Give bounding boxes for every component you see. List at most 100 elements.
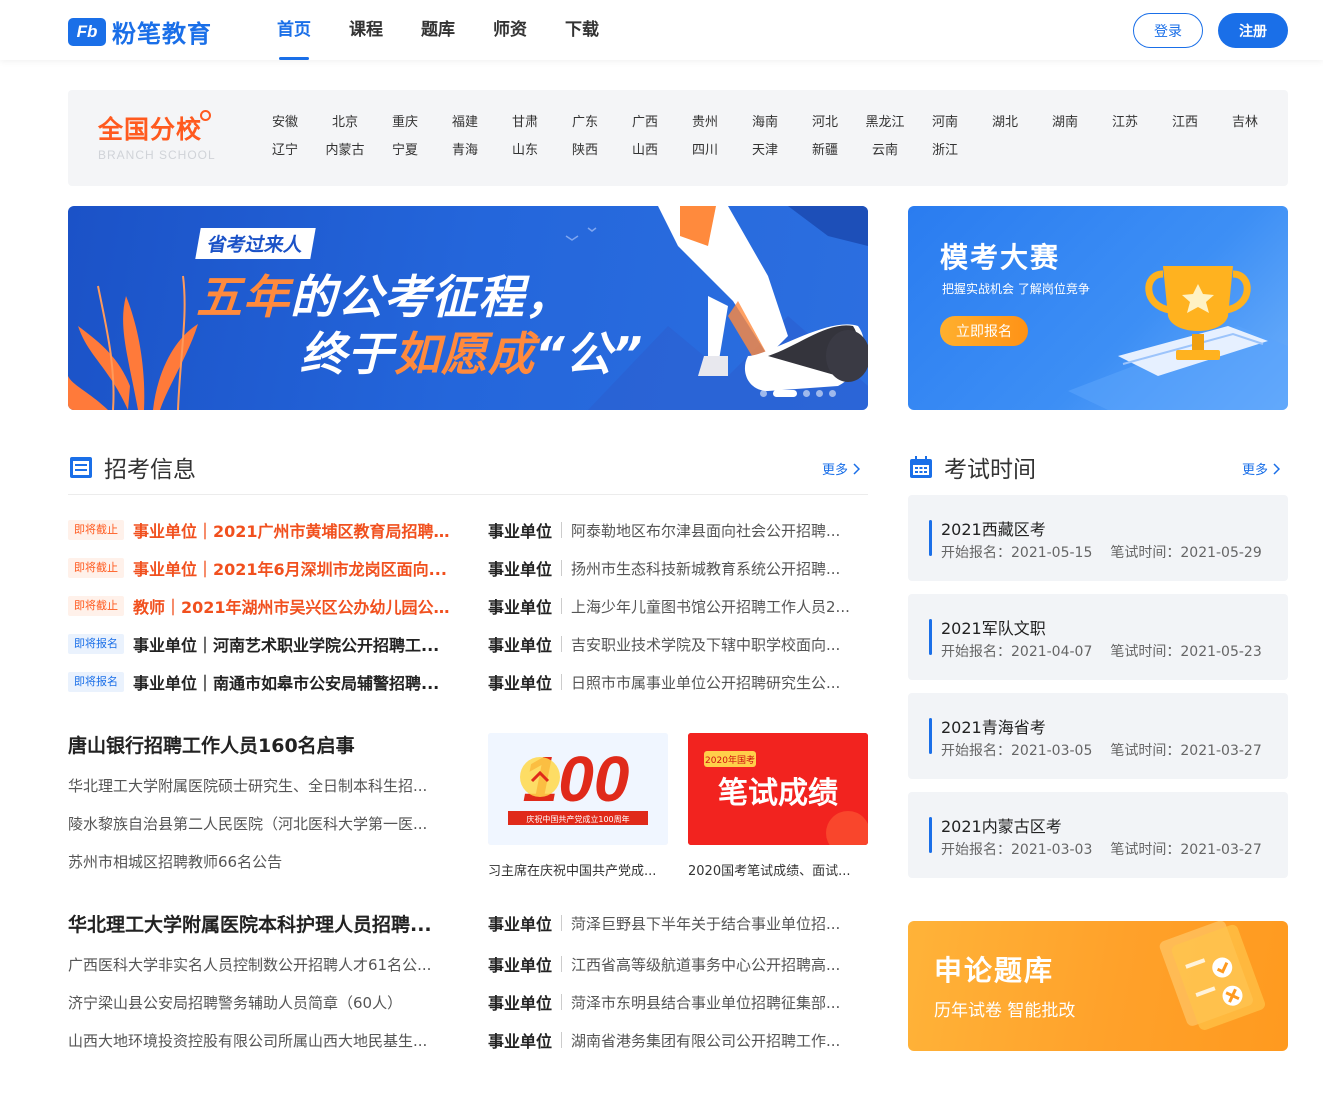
status-badge: 即将截止	[68, 558, 124, 578]
recruit-item[interactable]: 即将报名 事业单位｜南通市如皋市公安局辅警招聘...	[68, 670, 450, 694]
recruit-item[interactable]: 即将截止 事业单位｜2021年6月深圳市龙岗区面向...	[68, 556, 450, 580]
exam-time-more-link[interactable]: 更多	[1242, 459, 1281, 478]
news-link[interactable]: 广西医科大学非实名人员控制数公开招聘人才61名公...	[68, 954, 450, 975]
province-link[interactable]: 河南	[915, 114, 975, 132]
category-label: 事业单位	[488, 598, 553, 617]
featured-headline[interactable]: 华北理工大学附属医院本科护理人员招聘...	[68, 910, 450, 937]
province-link[interactable]: 山东	[495, 142, 555, 160]
recruit-item[interactable]: 事业单位 菏泽巨野县下半年关于结合事业单位招...	[488, 911, 868, 935]
carousel-dot[interactable]	[773, 390, 797, 397]
recruit-item[interactable]: 即将截止 事业单位｜2021广州市黄埔区教育局招聘...	[68, 518, 450, 542]
province-link[interactable]: 河北	[795, 114, 855, 132]
recruit-item[interactable]: 即将报名 事业单位｜河南艺术职业学院公开招聘工...	[68, 632, 450, 656]
province-link[interactable]: 黑龙江	[855, 114, 915, 132]
party-anniversary-thumbnail[interactable]: 100 庆祝中国共产党成立100周年	[488, 733, 668, 845]
essay-bank-subtitle: 历年试卷 智能批改	[934, 1001, 1076, 1021]
news-link[interactable]: 山西大地环境投资控股有限公司所属山西大地民基生...	[68, 1030, 450, 1051]
thumbnail-caption[interactable]: 2020国考笔试成绩、面试...	[688, 860, 868, 879]
essay-question-bank-card[interactable]: 申论题库 历年试卷 智能批改	[908, 921, 1288, 1051]
recruit-item[interactable]: 事业单位 上海少年儿童图书馆公开招聘工作人员2...	[488, 594, 868, 618]
exam-card[interactable]: 2021军队文职 开始报名：2021-04-07 笔试时间：2021-05-23	[908, 594, 1288, 680]
divider	[561, 598, 563, 614]
carousel-dot[interactable]	[816, 390, 823, 397]
news-link[interactable]: 济宁梁山县公安局招聘警务辅助人员简章（60人）	[68, 992, 450, 1013]
province-link[interactable]: 山西	[615, 142, 675, 160]
recruit-item[interactable]: 事业单位 日照市市属事业单位公开招聘研究生公...	[488, 670, 868, 694]
accent-bar	[929, 817, 932, 853]
province-link[interactable]: 新疆	[795, 142, 855, 160]
news-link[interactable]: 陵水黎族自治县第二人民医院（河北医科大学第一医...	[68, 813, 450, 834]
signup-now-button[interactable]: 立即报名	[940, 316, 1028, 346]
exam-card[interactable]: 2021内蒙古区考 开始报名：2021-03-03 笔试时间：2021-03-27	[908, 792, 1288, 878]
exam-score-thumbnail[interactable]: 2020年国考 笔试成绩	[688, 733, 868, 845]
recruit-item[interactable]: 事业单位 菏泽市东明县结合事业单位招聘征集部...	[488, 990, 868, 1014]
recruit-item[interactable]: 即将截止 教师｜2021年湖州市吴兴区公办幼儿园公...	[68, 594, 450, 618]
recruit-item-text: 日照市市属事业单位公开招聘研究生公...	[571, 673, 841, 692]
recruit-item-title: 事业单位｜河南艺术职业学院公开招聘工...	[133, 636, 440, 655]
recruit-item[interactable]: 事业单位 扬州市生态科技新城教育系统公开招聘...	[488, 556, 868, 580]
exam-dates: 开始报名：2021-04-07 笔试时间：2021-05-23	[941, 641, 1262, 661]
province-link[interactable]: 福建	[435, 114, 495, 132]
province-link[interactable]: 四川	[675, 142, 735, 160]
category-label: 事业单位	[488, 1032, 553, 1051]
recruit-more-link[interactable]: 更多	[822, 459, 861, 478]
news-link[interactable]: 苏州市相城区招聘教师66名公告	[68, 851, 450, 872]
province-link[interactable]: 广西	[615, 114, 675, 132]
nav-home[interactable]: 首页	[277, 0, 311, 60]
province-link[interactable]: 宁夏	[375, 142, 435, 160]
featured-headline[interactable]: 唐山银行招聘工作人员160名启事	[68, 731, 448, 758]
province-link[interactable]: 江苏	[1095, 114, 1155, 132]
carousel-dot[interactable]	[829, 390, 836, 397]
province-link[interactable]: 海南	[735, 114, 795, 132]
province-link[interactable]: 辽宁	[255, 142, 315, 160]
carousel-dot[interactable]	[760, 390, 767, 397]
exam-card[interactable]: 2021青海省考 开始报名：2021-03-05 笔试时间：2021-03-27	[908, 693, 1288, 779]
mock-exam-title: 模考大赛	[940, 241, 1061, 274]
province-link[interactable]: 天津	[735, 142, 795, 160]
recruit-item[interactable]: 事业单位 吉安职业技术学院及下辖中职学校面向...	[488, 632, 868, 656]
recruit-item[interactable]: 事业单位 江西省高等级航道事务中心公开招聘高...	[488, 952, 868, 976]
banner-suffix-2: “公”	[535, 327, 644, 381]
news-link[interactable]: 华北理工大学附属医院硕士研究生、全日制本科生招...	[68, 775, 450, 796]
banner-headline-2: 终于如愿成“公”	[300, 318, 643, 384]
recruit-item[interactable]: 事业单位 阿泰勒地区布尔津县面向社会公开招聘...	[488, 518, 868, 542]
category-label: 事业单位	[488, 522, 553, 541]
recruit-item[interactable]: 事业单位 湖南省港务集团有限公司公开招聘工作...	[488, 1028, 868, 1052]
province-link[interactable]: 贵州	[675, 114, 735, 132]
exam-card[interactable]: 2021西藏区考 开始报名：2021-05-15 笔试时间：2021-05-29	[908, 495, 1288, 581]
province-link[interactable]: 浙江	[915, 142, 975, 160]
logo-mark-icon: Fb	[68, 17, 106, 46]
site-logo[interactable]: Fb 粉笔教育	[68, 14, 212, 49]
province-link[interactable]: 陕西	[555, 142, 615, 160]
nav-download[interactable]: 下载	[565, 0, 599, 60]
province-link[interactable]: 广东	[555, 114, 615, 132]
chevron-right-icon	[853, 462, 861, 475]
province-link[interactable]: 湖南	[1035, 114, 1095, 132]
province-link[interactable]: 重庆	[375, 114, 435, 132]
hero-banner[interactable]: 省考过来人 五年的公考征程， 终于如愿成“公”	[68, 206, 868, 410]
thumb-caption-1: 庆祝中国共产党成立100周年	[526, 814, 629, 824]
province-link[interactable]: 江西	[1155, 114, 1215, 132]
province-link[interactable]: 内蒙古	[315, 142, 375, 160]
nav-teachers[interactable]: 师资	[493, 0, 527, 60]
carousel-dot[interactable]	[803, 390, 810, 397]
accent-bar	[929, 718, 932, 754]
province-link[interactable]: 湖北	[975, 114, 1035, 132]
nav-courses[interactable]: 课程	[349, 0, 383, 60]
category-label: 事业单位	[488, 915, 553, 934]
province-link[interactable]: 云南	[855, 142, 915, 160]
province-link[interactable]: 安徽	[255, 114, 315, 132]
mock-exam-card[interactable]: 模考大赛 把握实战机会 了解岗位竞争 立即报名	[908, 206, 1288, 410]
recruit-item-title: 事业单位｜南通市如皋市公安局辅警招聘...	[133, 674, 440, 693]
province-link[interactable]: 甘肃	[495, 114, 555, 132]
register-button[interactable]: 注册	[1218, 13, 1288, 48]
divider	[561, 560, 563, 576]
thumbnail-caption[interactable]: 习主席在庆祝中国共产党成...	[488, 860, 668, 879]
mock-exam-subtitle: 把握实战机会 了解岗位竞争	[942, 282, 1090, 296]
province-link[interactable]: 吉林	[1215, 114, 1275, 132]
province-link[interactable]: 青海	[435, 142, 495, 160]
province-link[interactable]: 北京	[315, 114, 375, 132]
nav-question-bank[interactable]: 题库	[421, 0, 455, 60]
login-button[interactable]: 登录	[1133, 13, 1203, 48]
thumb-year-text: 2020年国考	[705, 754, 755, 766]
